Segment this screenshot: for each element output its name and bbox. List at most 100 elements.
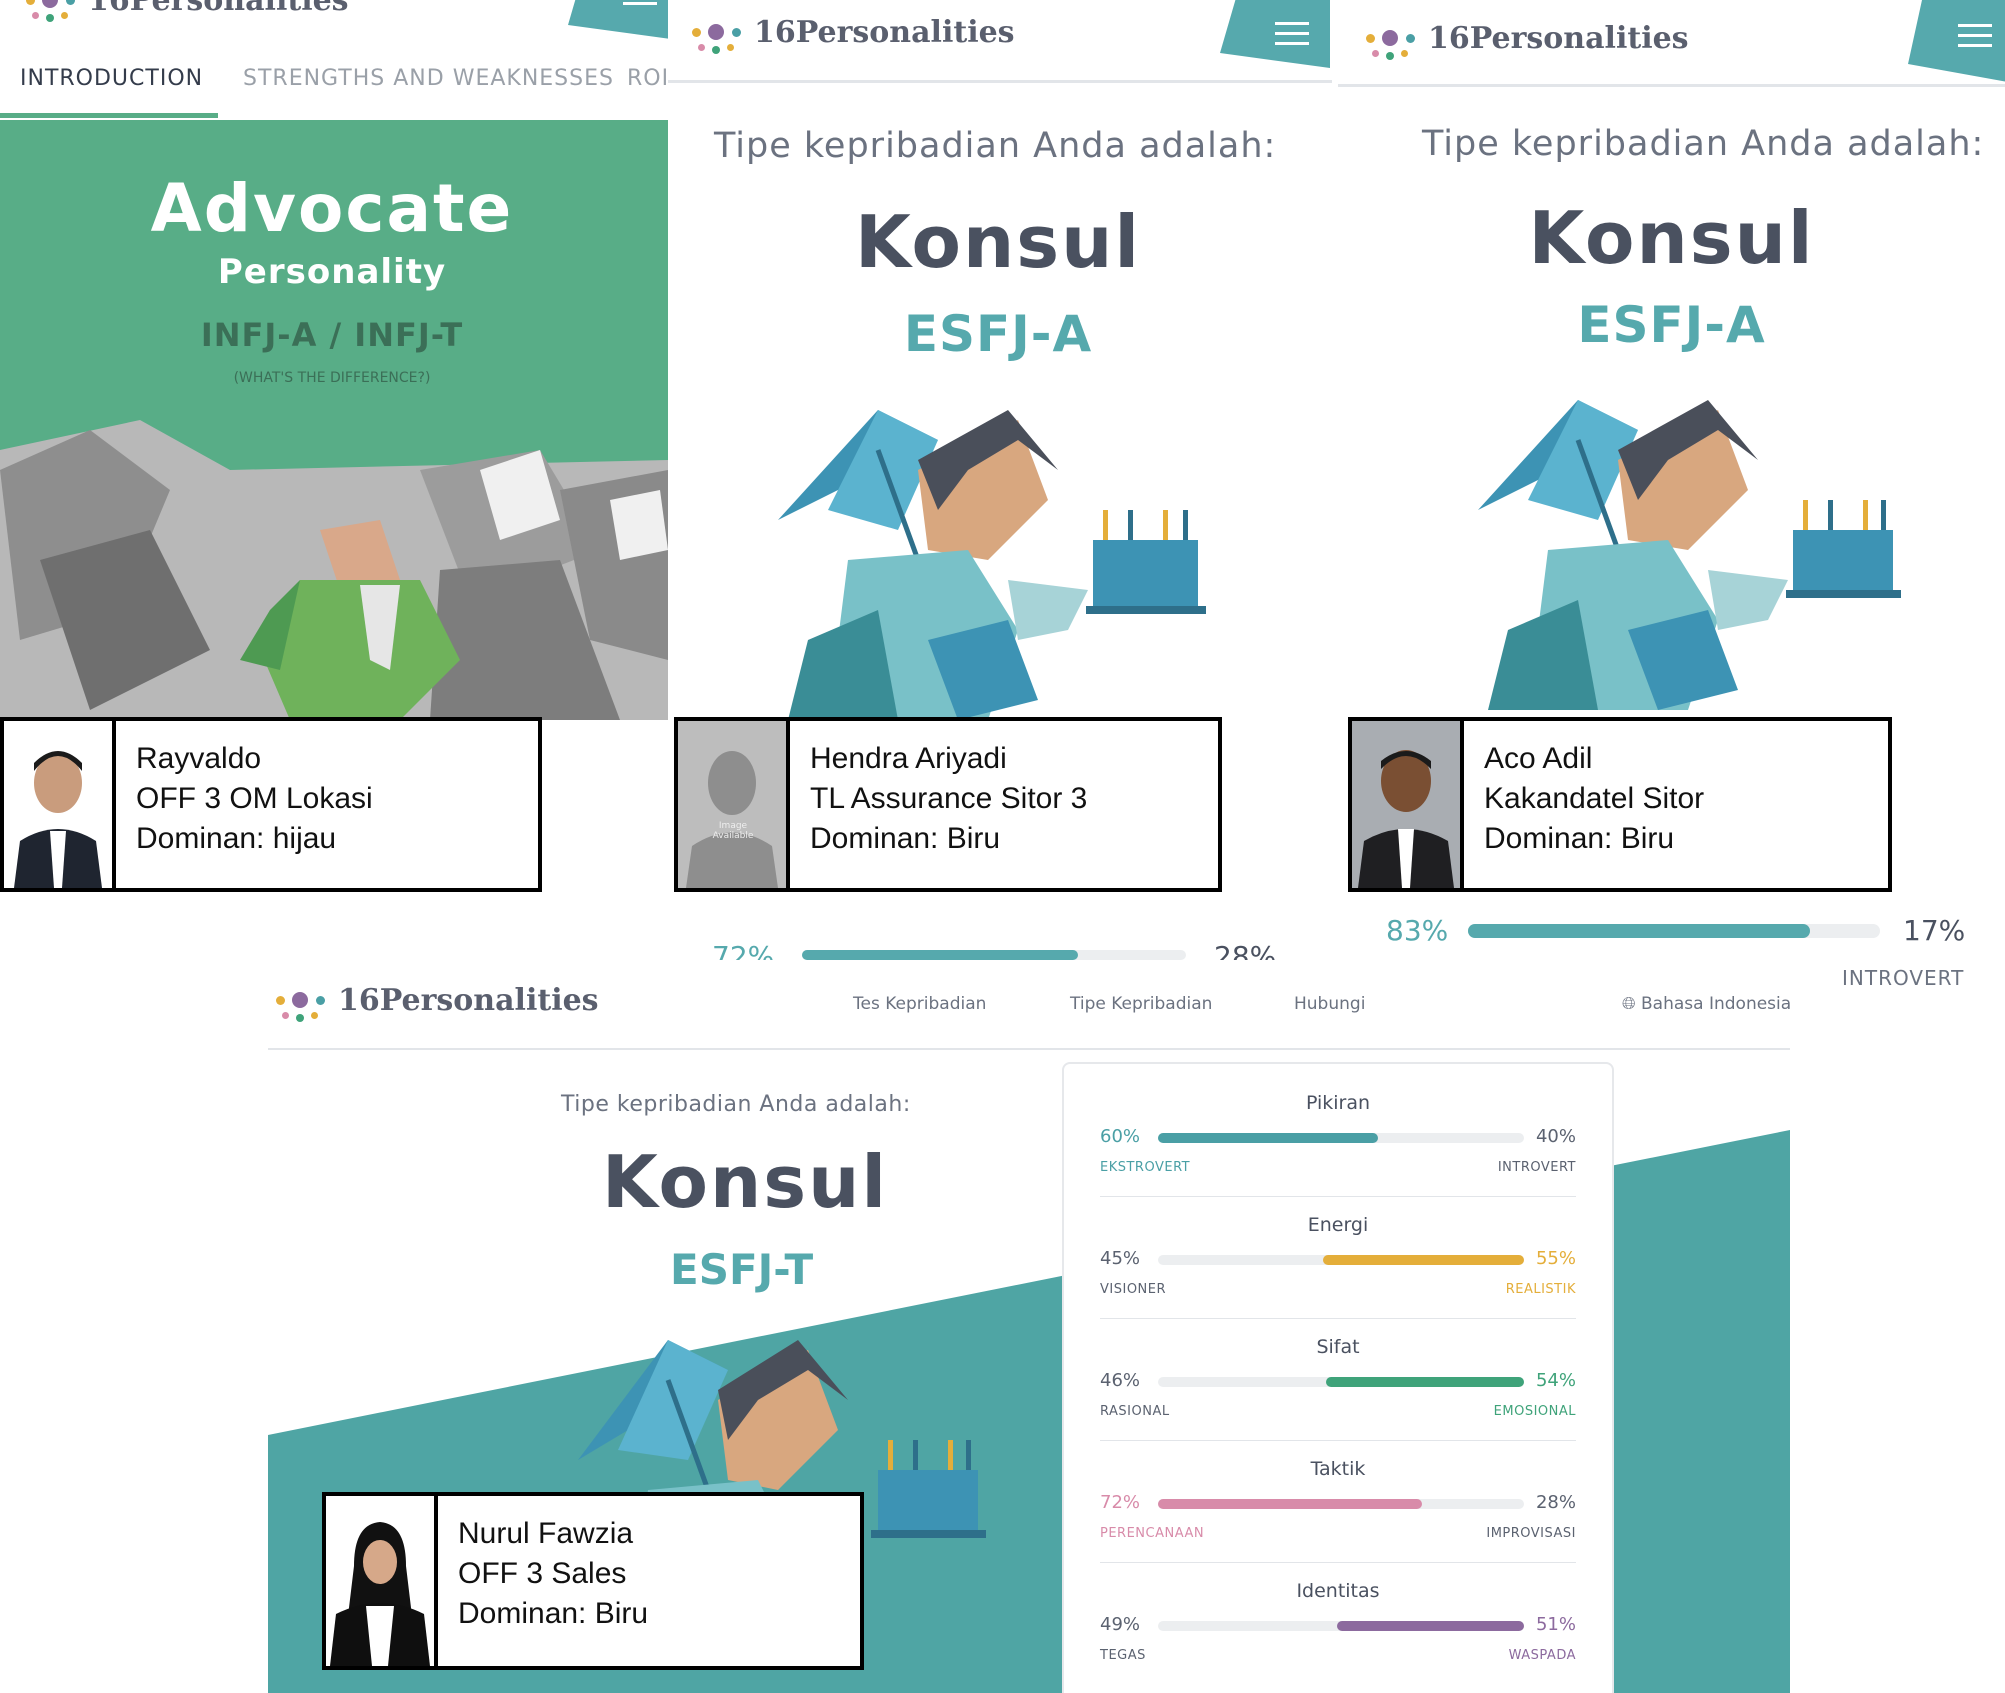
employee-role: OFF 3 Sales <box>458 1557 627 1590</box>
panel-konsul-hendra: 16Personalities Tipe kepribadian Anda ad… <box>668 0 1332 960</box>
menu-button[interactable] <box>1220 0 1330 68</box>
trait-left-pct: 45% <box>1100 1248 1141 1269</box>
trait-left-label: RASIONAL <box>1100 1404 1170 1419</box>
trait-bar <box>1158 1255 1524 1265</box>
consul-illustration <box>778 410 1206 720</box>
trait-right-label: INTROVERT <box>1497 1160 1576 1175</box>
employee-photo <box>1352 721 1464 888</box>
tab-introduction[interactable]: INTRODUCTION <box>20 66 203 91</box>
type-code: ESFJ-A <box>1577 296 1766 354</box>
hero-code: INFJ-A / INFJ-T <box>200 316 464 354</box>
nav-hubungi[interactable]: Hubungi <box>1294 994 1365 1014</box>
employee-card: Image Available Hendra Ariyadi TL Assura… <box>674 717 1222 892</box>
brand-name: 16Personalities <box>88 0 349 18</box>
employee-photo <box>326 1496 438 1666</box>
trait-left-pct: 72% <box>712 940 775 960</box>
trait-left-pct: 83% <box>1386 914 1449 947</box>
brand-logo[interactable]: 16Personalities <box>688 4 1015 60</box>
nav-tes-kepribadian[interactable]: Tes Kepribadian <box>853 994 986 1014</box>
panel-konsul-aco: 16Personalities Tipe kepribadian Anda ad… <box>1338 0 2005 1000</box>
trait-title: Taktik <box>1310 1458 1366 1480</box>
trait-bar <box>1468 924 1880 938</box>
result-heading: Tipe kepribadian Anda adalah: <box>561 1092 911 1117</box>
type-name: Konsul <box>854 200 1142 284</box>
type-name: Konsul <box>1528 196 1815 280</box>
tab-roles[interactable]: ROI <box>627 66 668 91</box>
employee-name: Aco Adil <box>1484 742 1593 775</box>
brand-name: 16Personalities <box>1428 20 1689 56</box>
header-divider <box>268 1048 1790 1050</box>
header-divider <box>1338 84 2005 87</box>
logo-mark-icon <box>688 4 744 60</box>
logo-mark-icon <box>1362 10 1418 66</box>
trait-bar-fill <box>1337 1621 1524 1631</box>
trait-right-label: WASPADA <box>1508 1648 1576 1663</box>
brand-name: 16Personalities <box>754 14 1015 50</box>
employee-dominant: Dominan: Biru <box>1484 822 1675 855</box>
employee-card: Nurul Fawzia OFF 3 Sales Dominan: Biru <box>322 1492 864 1670</box>
type-code: ESFJ-A <box>903 305 1093 363</box>
hamburger-icon <box>623 2 657 5</box>
employee-dominant: Dominan: hijau <box>136 822 337 855</box>
employee-role: TL Assurance Sitor 3 <box>810 782 1088 815</box>
trait-left-label: EKSTROVERT <box>1100 1160 1191 1175</box>
traits-card: Pikiran 60% 40% EKSTROVERT INTROVERT Energi 45… <box>1062 1062 1614 1693</box>
trait-bar <box>1158 1377 1524 1387</box>
brand-logo[interactable]: 16Personalities <box>272 972 599 1028</box>
trait-bar <box>1158 1621 1524 1631</box>
consul-illustration <box>1478 400 1901 710</box>
trait-bar <box>802 950 1186 960</box>
advocate-illustration <box>0 420 668 720</box>
hamburger-icon <box>1275 32 1309 35</box>
trait-bar-fill <box>1158 1499 1422 1509</box>
trait-bar-fill <box>1158 1133 1378 1143</box>
trait-right-label: IMPROVISASI <box>1486 1526 1576 1541</box>
employee-name: Rayvaldo <box>136 742 262 775</box>
trait-right-pct: 28% <box>1535 1492 1576 1513</box>
brand-logo[interactable]: 16Personalities <box>22 0 349 28</box>
trait-right-pct: 54% <box>1535 1370 1576 1391</box>
trait-bar-fill <box>1468 924 1810 938</box>
trait-right-label: EMOSIONAL <box>1493 1404 1576 1419</box>
trait-left-label: VISIONER <box>1100 1282 1167 1297</box>
trait-left-pct: 72% <box>1100 1492 1141 1513</box>
hero-title: Advocate <box>150 170 514 247</box>
result-heading: Tipe kepribadian Anda adalah: <box>714 126 1277 166</box>
trait-right-label: REALISTIK <box>1505 1282 1576 1297</box>
trait-right-pct: 55% <box>1535 1248 1576 1269</box>
trait-title: Sifat <box>1316 1336 1360 1358</box>
hamburger-icon <box>1958 44 1992 47</box>
nav-tipe-kepribadian[interactable]: Tipe Kepribadian <box>1070 994 1212 1014</box>
employee-name: Nurul Fawzia <box>458 1517 634 1550</box>
employee-photo <box>4 721 116 888</box>
hamburger-icon <box>1275 42 1309 45</box>
type-code: ESFJ-T <box>670 1245 814 1294</box>
result-heading: Tipe kepribadian Anda adalah: <box>1422 124 1985 164</box>
employee-photo-placeholder: Image Available <box>678 721 790 888</box>
brand-name: 16Personalities <box>338 982 599 1018</box>
language-selector[interactable]: 🌐︎ Bahasa Indonesia <box>1622 994 1790 1014</box>
trait-bar-fill <box>802 950 1079 960</box>
employee-name: Hendra Ariyadi <box>810 742 1007 775</box>
trait-divider <box>1100 1196 1576 1197</box>
trait-divider <box>1100 1440 1576 1441</box>
hamburger-icon <box>1958 24 1992 27</box>
menu-button[interactable] <box>568 0 668 40</box>
trait-left-label: TEGAS <box>1100 1648 1146 1663</box>
panel-konsul-nurul: 16Personalities Tes Kepribadian Tipe Kep… <box>268 960 1790 1693</box>
employee-role: Kakandatel Sitor <box>1484 782 1705 815</box>
difference-link[interactable]: (WHAT'S THE DIFFERENCE?) <box>0 370 664 386</box>
trait-right-pct: 17% <box>1903 914 1966 947</box>
brand-logo[interactable]: 16Personalities <box>1362 10 1689 66</box>
tab-strengths[interactable]: STRENGTHS AND WEAKNESSES <box>243 66 614 91</box>
trait-bar-fill <box>1326 1377 1524 1387</box>
logo-mark-icon <box>272 972 328 1028</box>
trait-divider <box>1100 1562 1576 1563</box>
trait-title: Identitas <box>1296 1580 1380 1602</box>
trait-bar <box>1158 1133 1524 1143</box>
trait-left-label: PERENCANAAN <box>1100 1526 1205 1541</box>
logo-mark-icon <box>22 0 78 28</box>
hero-subtitle: Personality <box>217 252 447 292</box>
hamburger-icon <box>1958 34 1992 37</box>
trait-left-pct: 46% <box>1100 1370 1141 1391</box>
